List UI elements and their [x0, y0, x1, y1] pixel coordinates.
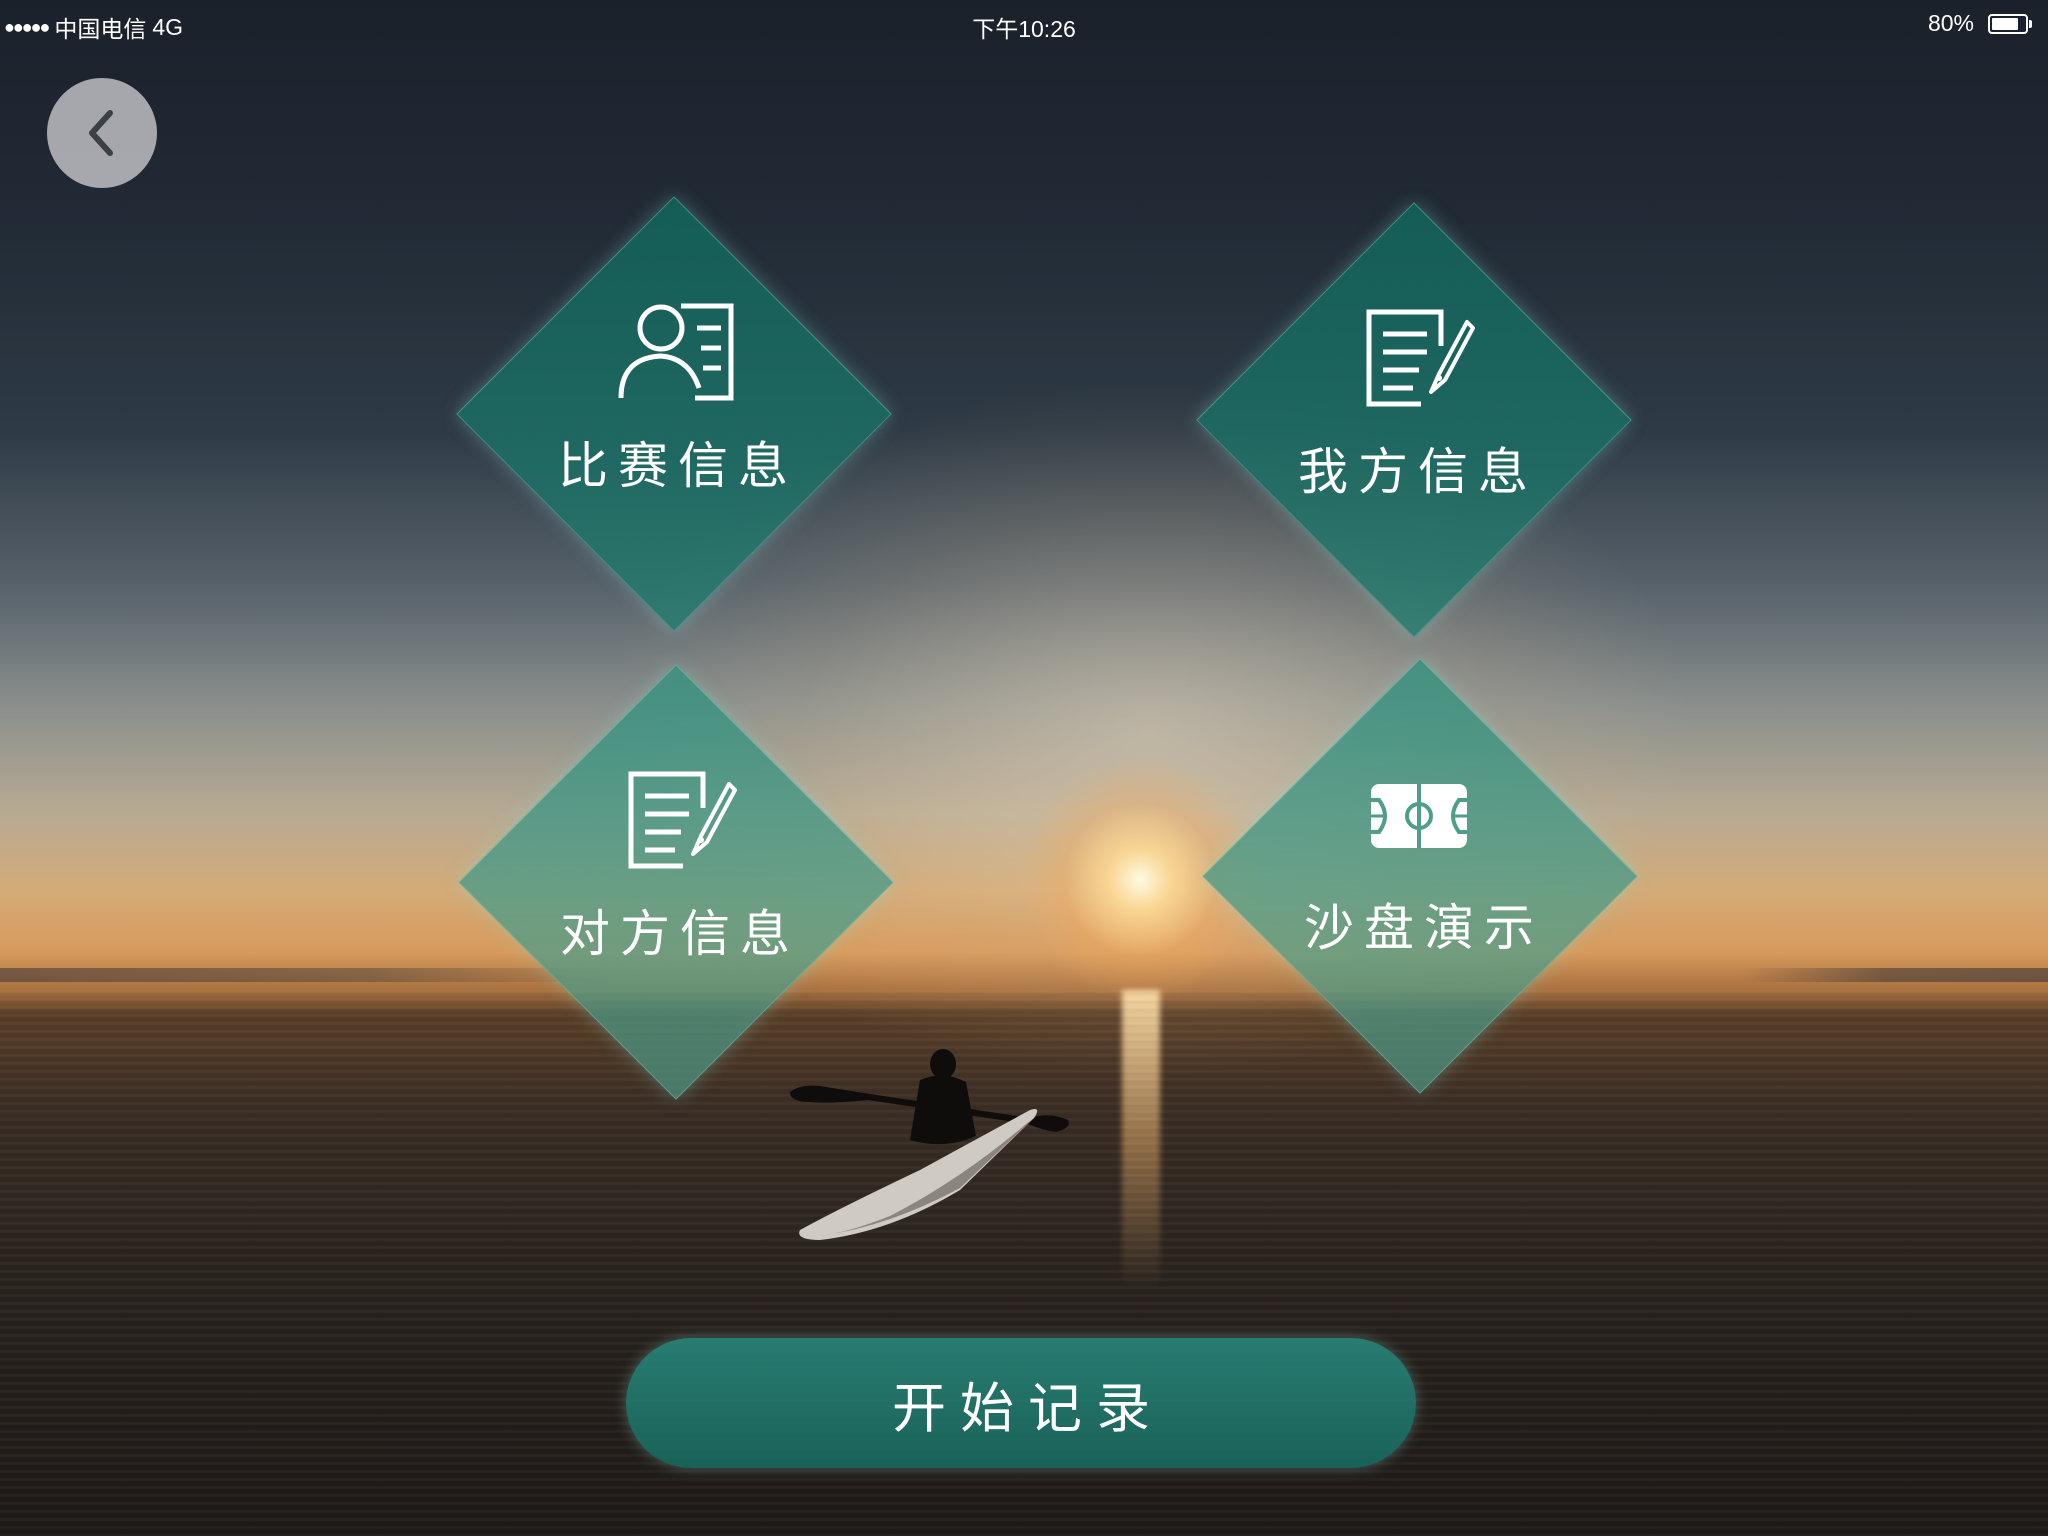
status-bar: ●●●●● 中国电信 4G 下午10:26 80%	[0, 0, 2048, 48]
battery-percent: 80%	[1927, 10, 1974, 36]
document-pen-icon	[1366, 309, 1475, 407]
battery-icon	[1988, 13, 2032, 34]
tile-label: 对方信息	[560, 905, 800, 963]
start-recording-label: 开始记录	[892, 1376, 1164, 1440]
tile-label: 沙盘演示	[1304, 899, 1544, 957]
opponent-info-tile[interactable]: 对方信息	[458, 664, 894, 1100]
tile-label: 我方信息	[1298, 443, 1538, 501]
back-button[interactable]	[47, 78, 157, 188]
our-info-tile[interactable]: 我方信息	[1196, 202, 1632, 638]
battery-fill	[1992, 17, 2018, 30]
sandtable-demo-tile[interactable]: 沙盘演示	[1202, 658, 1638, 1094]
clock: 下午10:26	[972, 16, 1076, 42]
horizon	[0, 968, 2048, 982]
tile-label: 比赛信息	[558, 437, 798, 495]
chevron-left-icon	[89, 110, 113, 156]
battery-info: 80%	[1927, 10, 2032, 37]
start-recording-button[interactable]: 开始记录	[626, 1338, 1416, 1468]
match-info-tile[interactable]: 比赛信息	[456, 196, 892, 632]
app-screen: ●●●●● 中国电信 4G 下午10:26 80% 比赛信息 我方信息 对方信息…	[0, 0, 2048, 1536]
profile-card-icon	[618, 303, 734, 401]
basketball-court-icon	[1371, 784, 1467, 848]
document-pen-icon	[628, 771, 737, 869]
